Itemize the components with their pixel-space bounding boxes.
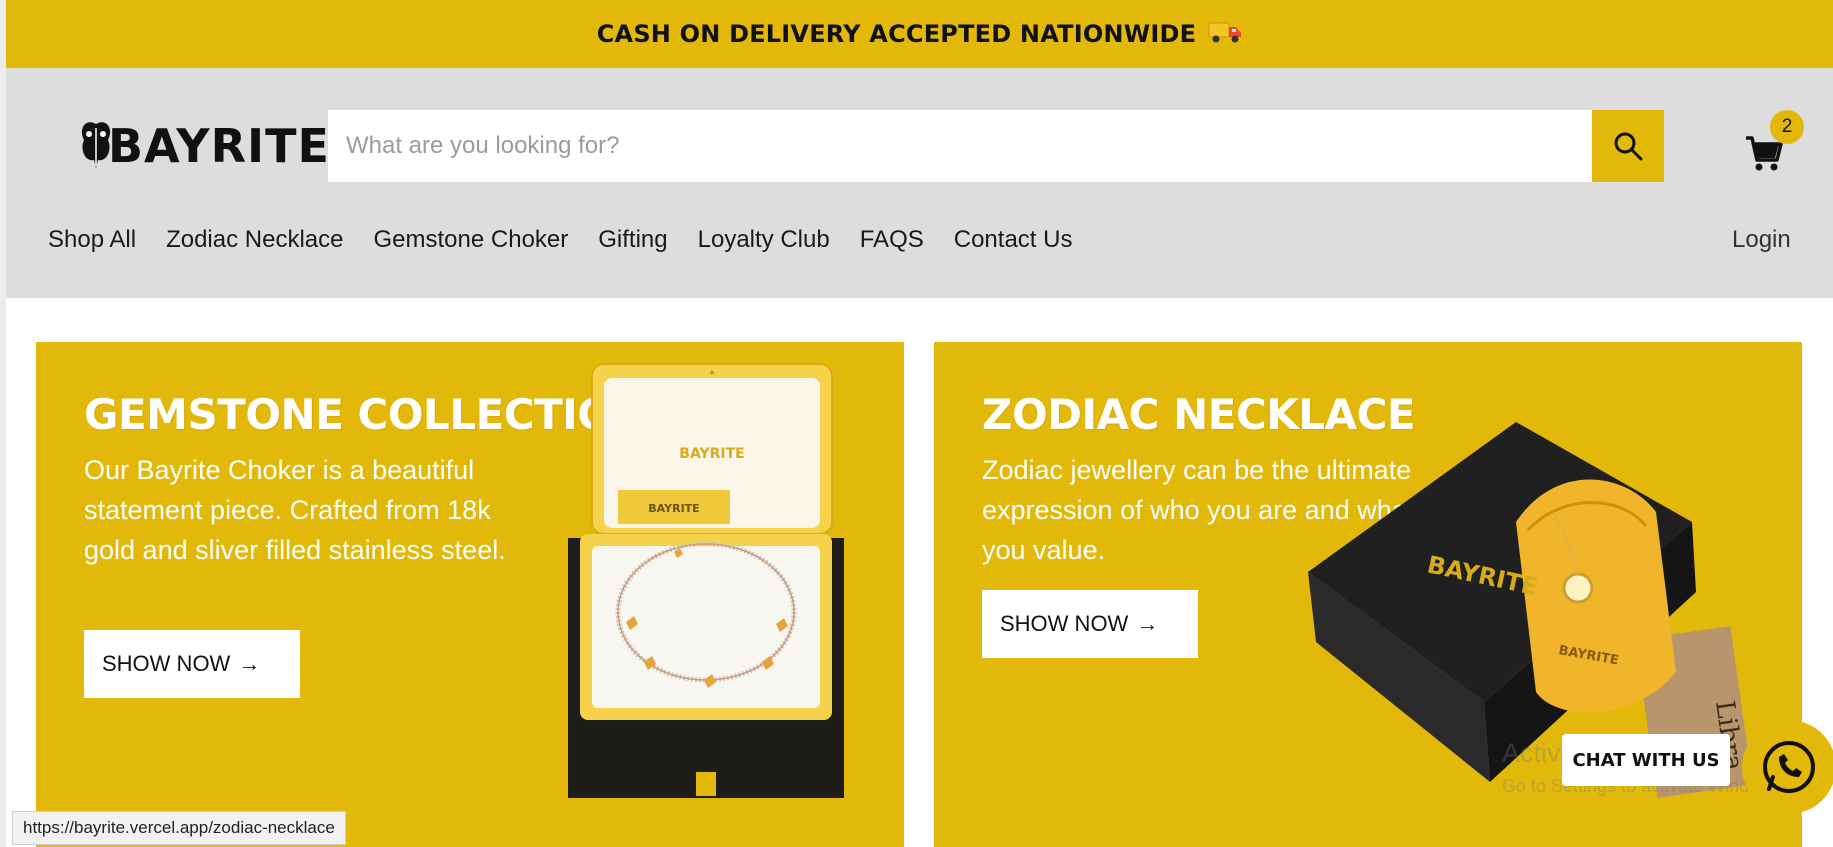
show-now-label: SHOW NOW [1000,611,1129,636]
browser-status-url: https://bayrite.vercel.app/zodiac-neckla… [12,811,346,845]
arrow-right-icon: → [1136,611,1159,636]
nav-item-contact-us[interactable]: Contact Us [954,226,1073,254]
box-brand-text: BAYRITE [679,446,744,462]
announcement-bar: CASH ON DELIVERY ACCEPTED NATIONWIDE [6,0,1833,68]
nav-item-zodiac-necklace[interactable]: Zodiac Necklace [166,226,343,254]
truck-icon [1208,19,1242,50]
search-input[interactable] [328,110,1592,182]
choker-box-image: BAYRITE BAYRITE ✦ [568,363,844,798]
whatsapp-button[interactable] [1742,720,1833,814]
cart-button[interactable]: 2 [1744,110,1804,176]
show-now-button[interactable]: SHOW NOW → [84,630,300,698]
logo[interactable]: BAYRITE [78,116,330,176]
nav-item-gemstone-choker[interactable]: Gemstone Choker [374,226,569,254]
card-title: GEMSTONE COLLECTION [84,390,648,439]
chat-with-us-button[interactable]: CHAT WITH US [1562,734,1730,786]
chat-label: CHAT WITH US [1572,749,1720,771]
gemstone-collection-card: GEMSTONE COLLECTION Our Bayrite Choker i… [36,342,904,847]
nav-item-faqs[interactable]: FAQS [860,226,924,254]
nav-item-gifting[interactable]: Gifting [598,226,667,254]
search-bar [328,110,1664,182]
announcement-text: CASH ON DELIVERY ACCEPTED NATIONWIDE [596,20,1197,48]
nav-item-shop-all[interactable]: Shop All [48,226,136,254]
login-link[interactable]: Login [1732,226,1791,254]
main-nav: Shop All Zodiac Necklace Gemstone Choker… [48,226,1102,254]
svg-text:✦: ✦ [708,368,716,379]
card-description: Our Bayrite Choker is a beautiful statem… [84,455,506,565]
search-button[interactable] [1592,110,1664,182]
arrow-right-icon: → [238,651,261,676]
card-brand-text: BAYRITE [648,502,699,515]
page: CASH ON DELIVERY ACCEPTED NATIONWIDE BAY… [0,0,1833,847]
logo-text: BAYRITE [108,119,330,173]
show-now-button[interactable]: SHOW NOW → [982,590,1198,658]
header: BAYRITE 2 Shop All Zodiac Necklace [6,68,1833,298]
nav-item-loyalty-club[interactable]: Loyalty Club [698,226,830,254]
show-now-label: SHOW NOW [102,651,231,676]
cart-count-badge: 2 [1770,110,1804,144]
whatsapp-icon [1763,741,1815,793]
search-icon [1614,132,1643,161]
